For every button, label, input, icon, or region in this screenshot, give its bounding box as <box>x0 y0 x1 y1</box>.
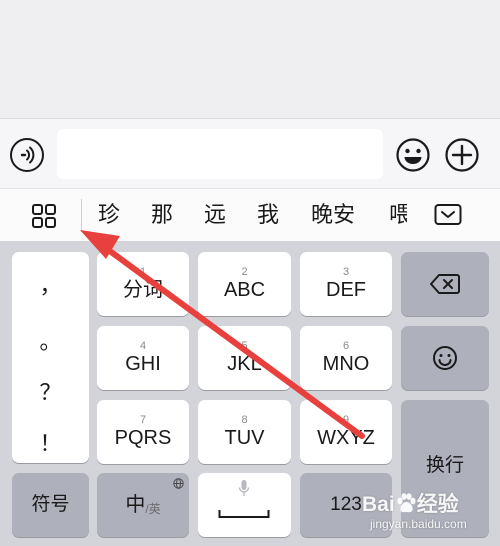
message-text-input[interactable] <box>57 129 383 179</box>
chat-input-bar <box>0 118 500 188</box>
smiley-face-icon <box>396 138 430 172</box>
key-label: WXYZ <box>317 427 375 449</box>
key-5-jkl[interactable]: 5 JKL <box>198 326 291 390</box>
chat-message-area <box>0 0 500 118</box>
candidate-divider <box>81 199 82 232</box>
space-bar-icon <box>218 510 270 518</box>
key-number: 3 <box>342 266 350 278</box>
lang-sub-label: /英 <box>145 501 161 516</box>
key-label: TUV <box>224 427 265 449</box>
punctuation-question[interactable]: ？ <box>12 375 89 407</box>
toolbar-menu-button[interactable] <box>30 203 58 229</box>
key-label: 符号 <box>31 494 70 515</box>
more-actions-button[interactable] <box>444 137 480 173</box>
key-label: ABC <box>223 279 266 301</box>
candidate-word[interactable]: 远 <box>204 201 226 231</box>
key-number: 6 <box>342 340 350 352</box>
paw-logo-icon <box>397 493 416 513</box>
key-4-ghi[interactable]: 4 GHI <box>97 326 189 390</box>
key-label: JKL <box>227 353 262 375</box>
symbols-key[interactable]: 符号 <box>12 473 89 537</box>
key-8-tuv[interactable]: 8 TUV <box>198 400 291 464</box>
key-number: 9 <box>342 414 350 426</box>
emoji-button[interactable] <box>395 137 431 173</box>
key-2-abc[interactable]: 2 ABC <box>198 252 291 316</box>
key-number: 8 <box>241 414 248 426</box>
punctuation-comma[interactable]: ， <box>12 268 89 300</box>
key-6-mno[interactable]: 6 MNO <box>300 326 392 390</box>
backspace-key[interactable] <box>401 252 489 316</box>
voice-input-button[interactable] <box>10 138 44 172</box>
punctuation-period[interactable]: 。 <box>12 324 89 356</box>
key-1-segment[interactable]: 1 分词 <box>97 252 189 316</box>
candidate-bar: 珍 那 远 我 晚安 喂 <box>0 188 500 241</box>
key-9-wxyz[interactable]: 9 WXYZ <box>300 400 392 464</box>
voice-wave-icon <box>20 146 35 164</box>
space-key[interactable] <box>198 473 291 537</box>
punctuation-column[interactable]: ， 。 ？ ！ <box>12 252 89 463</box>
key-label: 123 <box>330 494 362 515</box>
key-number: 5 <box>241 340 248 352</box>
punctuation-exclaim[interactable]: ！ <box>12 426 89 458</box>
keyboard-emoji-key[interactable] <box>401 326 489 390</box>
key-label: DEF <box>326 279 366 301</box>
key-label: PQRS <box>114 427 172 449</box>
key-3-def[interactable]: 3 DEF <box>300 252 392 316</box>
candidate-word[interactable]: 珍 <box>98 201 120 231</box>
key-number: 7 <box>139 414 147 426</box>
smiley-face-icon <box>433 346 457 370</box>
backspace-icon <box>430 274 460 294</box>
plus-circle-icon <box>445 138 479 172</box>
keyboard-collapse-icon <box>434 204 462 225</box>
candidate-word[interactable]: 我 <box>257 201 279 231</box>
candidate-word[interactable]: 喂 <box>389 201 407 231</box>
globe-icon <box>173 478 184 489</box>
keyboard-collapse-button[interactable] <box>434 203 462 227</box>
key-label: MNO <box>322 353 370 375</box>
key-7-pqrs[interactable]: 7 PQRS <box>97 400 189 464</box>
key-label: GHI <box>125 353 161 375</box>
language-switch-key[interactable]: 中 /英 <box>97 473 189 537</box>
lang-main-label: 中 <box>125 494 146 516</box>
baidu-watermark: Bai 经验 jingyan.baidu.com <box>362 484 496 540</box>
key-number: 1 <box>139 266 147 278</box>
candidate-word[interactable]: 晚安 <box>311 201 355 231</box>
microphone-icon <box>238 480 250 496</box>
four-squares-grid-icon <box>32 204 56 228</box>
key-label: 换行 <box>425 455 464 476</box>
key-label: 分词 <box>123 279 163 301</box>
candidate-word[interactable]: 那 <box>151 201 173 231</box>
key-number: 4 <box>139 340 147 352</box>
key-number: 2 <box>241 266 248 278</box>
watermark-brand: Bai 经验 <box>362 493 459 516</box>
screen: 珍 那 远 我 晚安 喂 ， 。 ？ ！ 1 分词 2 ABC 3 DEF 4 … <box>0 0 500 546</box>
watermark-site: jingyan.baidu.com <box>370 517 467 531</box>
